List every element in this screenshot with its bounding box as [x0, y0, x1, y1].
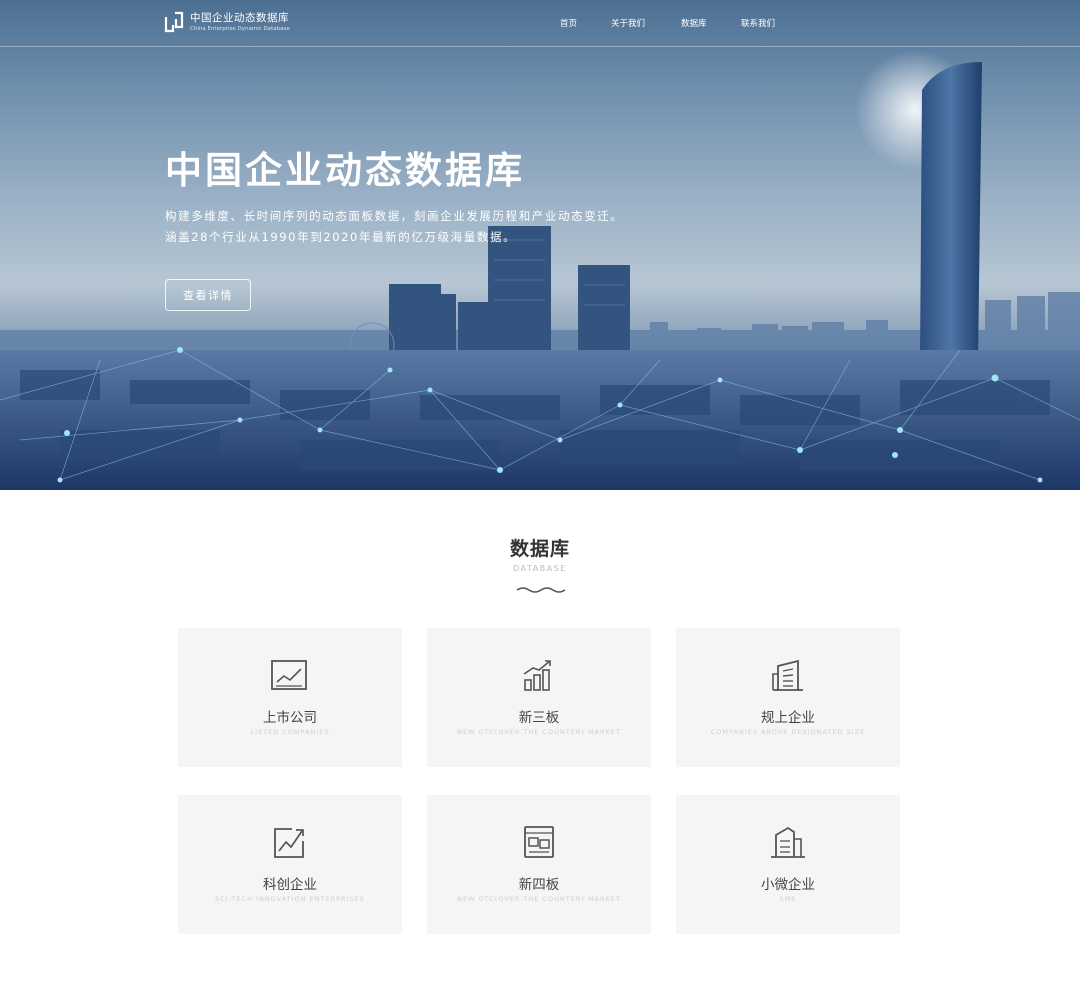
- section-title: 数据库: [509, 538, 570, 560]
- nav-home[interactable]: 首页: [560, 17, 577, 29]
- card-new-fourth-board[interactable]: 新四板 NEW OTC(OVER THE COUNTER) MARKET: [427, 795, 651, 934]
- card-title: 新三板: [518, 710, 560, 726]
- card-title: 小微企业: [761, 877, 815, 893]
- hero-title: 中国企业动态数据库: [165, 149, 525, 192]
- board-icon: [524, 826, 554, 858]
- wave-divider-icon: [516, 587, 566, 593]
- trend-up-icon: [274, 828, 304, 858]
- site-logo[interactable]: 中国企业动态数据库 China Enterprise Dynamic Datab…: [164, 11, 290, 33]
- small-building-icon: [771, 826, 805, 858]
- building-icon: [772, 659, 803, 691]
- card-small-micro-enterprises[interactable]: 小微企业 SME: [676, 795, 900, 934]
- card-sci-tech-enterprises[interactable]: 科创企业 SCI-TECH INNOVATION ENTERPRISES: [178, 795, 402, 934]
- card-title: 规上企业: [761, 710, 815, 726]
- logo-title: 中国企业动态数据库: [190, 11, 289, 24]
- nav-database[interactable]: 数据库: [681, 17, 707, 29]
- card-subtitle: COMPANIES ABOVE DESIGNATED SIZE: [710, 728, 866, 736]
- section-subtitle: DATABASE: [513, 564, 567, 573]
- hero-desc-line-2: 涵盖28个行业从1990年到2020年最新的亿万级海量数据。: [165, 230, 517, 244]
- nav-about[interactable]: 关于我们: [611, 17, 645, 29]
- card-subtitle: LISTED COMPANIES: [250, 728, 330, 736]
- card-title: 新四板: [518, 877, 560, 893]
- card-subtitle: NEW OTC(OVER THE COUNTER) MARKET: [457, 895, 621, 903]
- card-subtitle: NEW OTC(OVER THE COUNTER) MARKET: [457, 728, 621, 736]
- hero-description: 构建多维度、长时间序列的动态面板数据，刻画企业发展历程和产业动态变迁。 涵盖28…: [165, 206, 624, 248]
- bar-growth-icon: [523, 660, 551, 691]
- view-details-button[interactable]: 查看详情: [165, 279, 251, 311]
- card-subtitle: SME: [779, 895, 797, 903]
- hero-banner: 中国企业动态数据库 China Enterprise Dynamic Datab…: [0, 0, 1080, 490]
- card-new-third-board[interactable]: 新三板 NEW OTC(OVER THE COUNTER) MARKET: [427, 628, 651, 767]
- card-title: 上市公司: [263, 710, 317, 726]
- nav-contact[interactable]: 联系我们: [741, 17, 775, 29]
- card-above-size-companies[interactable]: 规上企业 COMPANIES ABOVE DESIGNATED SIZE: [676, 628, 900, 767]
- logo-icon: [164, 11, 184, 33]
- card-subtitle: SCI-TECH INNOVATION ENTERPRISES: [215, 895, 365, 903]
- card-listed-companies[interactable]: 上市公司 LISTED COMPANIES: [178, 628, 402, 767]
- line-chart-icon: [271, 660, 307, 690]
- hero-desc-line-1: 构建多维度、长时间序列的动态面板数据，刻画企业发展历程和产业动态变迁。: [165, 209, 624, 223]
- top-nav-bar: 中国企业动态数据库 China Enterprise Dynamic Datab…: [0, 0, 1080, 47]
- logo-subtitle: China Enterprise Dynamic Database: [190, 25, 290, 32]
- card-title: 科创企业: [263, 877, 317, 893]
